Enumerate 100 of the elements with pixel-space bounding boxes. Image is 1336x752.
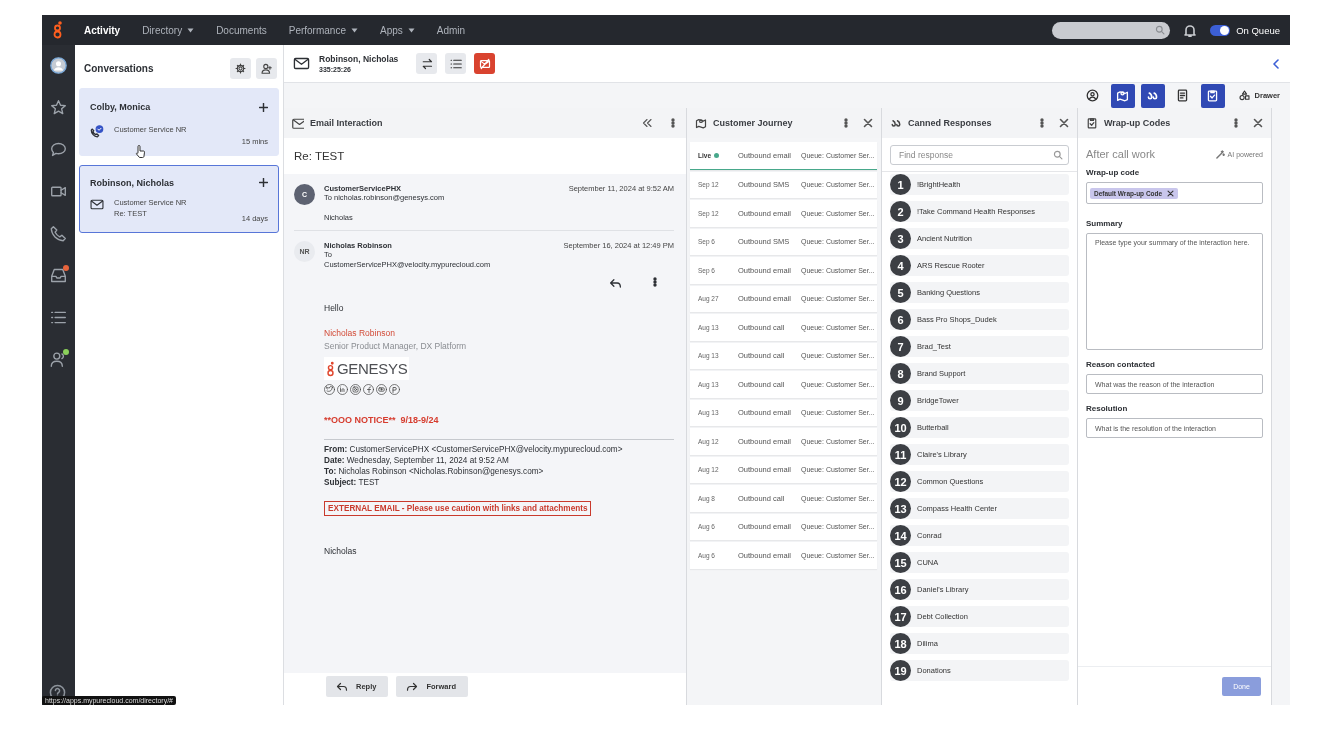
panel-tab[interactable] xyxy=(1140,83,1165,108)
field-label: Summary xyxy=(1086,219,1124,228)
document-icon xyxy=(1176,89,1190,102)
phone-icon[interactable] xyxy=(50,224,67,242)
more-options-icon[interactable] xyxy=(1037,118,1047,128)
social-network-icon[interactable] xyxy=(337,384,348,396)
notification-icon[interactable] xyxy=(1184,23,1197,37)
panel-title: Canned Responses xyxy=(908,118,993,128)
more-options-icon[interactable] xyxy=(668,118,678,128)
section-heading: After call work xyxy=(1086,148,1157,160)
number-badge: 19 xyxy=(890,660,911,681)
caret-icon xyxy=(187,27,195,33)
quoted-header-line: Date: Wednesday, September 11, 2024 at 9:52 AM xyxy=(324,456,510,466)
number-badge: 3 xyxy=(890,228,911,249)
avatar-icon[interactable] xyxy=(50,56,67,74)
quoted-header-line: To: Nicholas Robinson <Nicholas.Robinson@genesys.com> xyxy=(324,467,545,477)
envelope-icon xyxy=(90,198,104,211)
message-text: Nicholas xyxy=(324,546,357,557)
clipboard-check-icon xyxy=(1086,117,1098,129)
number-badge: 16 xyxy=(890,579,911,600)
disconnect-button[interactable] xyxy=(474,53,496,74)
nav-menu-item[interactable]: Activity xyxy=(84,24,121,36)
close-icon xyxy=(1167,189,1175,197)
signature-title: Senior Product Manager, DX Platform xyxy=(324,341,467,352)
quoted-header-line: Subject: TEST xyxy=(324,478,381,488)
quoted-header-line: From: CustomerServicePHX <CustomerServicePHX@velocity.mypurecloud.com> xyxy=(324,445,624,455)
chat-icon[interactable] xyxy=(50,140,67,158)
panel-tab[interactable] xyxy=(1200,83,1225,108)
map-pin-icon xyxy=(1116,89,1130,102)
close-icon[interactable] xyxy=(1059,118,1069,128)
out-of-office-notice: **OOO NOTICE** 9/18-9/24 xyxy=(324,415,439,426)
number-badge: 13 xyxy=(890,498,911,519)
quote-icon xyxy=(1146,89,1160,102)
add-participant-button[interactable] xyxy=(256,57,277,79)
panel-title: Conversations xyxy=(84,62,155,74)
crossed-envelope-icon xyxy=(478,57,491,70)
close-icon[interactable] xyxy=(863,118,873,128)
chevron-left-icon[interactable] xyxy=(1272,58,1280,69)
plus-icon[interactable] xyxy=(259,102,268,112)
nav-menu-item[interactable]: Documents xyxy=(216,24,267,36)
number-badge: 9 xyxy=(890,390,911,411)
quote-icon xyxy=(890,117,902,129)
star-icon[interactable] xyxy=(50,98,67,116)
signature-name: Nicholas Robinson xyxy=(324,328,395,339)
field-label: Wrap-up code xyxy=(1086,168,1141,177)
nav-menu-item[interactable]: Performance xyxy=(288,24,358,36)
reply-icon[interactable] xyxy=(609,277,622,290)
number-badge: 11 xyxy=(890,444,911,465)
nav-menu-item[interactable]: Admin xyxy=(436,24,466,36)
forward-icon xyxy=(406,681,419,692)
plus-icon[interactable] xyxy=(259,178,268,187)
close-icon[interactable] xyxy=(1253,118,1263,128)
number-badge: 17 xyxy=(890,606,911,627)
transfer-button[interactable] xyxy=(416,53,438,74)
list-icon xyxy=(449,57,462,70)
social-p-icon[interactable] xyxy=(389,384,400,396)
search-field[interactable]: Find response xyxy=(890,145,1069,165)
logo-icon xyxy=(326,360,335,377)
number-badge: 14 xyxy=(890,525,911,546)
number-badge: 7 xyxy=(890,336,911,357)
inbox-icon[interactable] xyxy=(50,266,67,284)
field-label: Resolution xyxy=(1086,404,1129,413)
person-add-icon xyxy=(261,62,272,74)
more-options-icon[interactable] xyxy=(1231,118,1241,128)
nav-menu-item[interactable]: Directory xyxy=(142,24,195,36)
hand-cursor-icon xyxy=(135,145,145,158)
external-email-warning: EXTERNAL EMAIL - Please use caution with links and attachments xyxy=(324,501,592,517)
number-badge: 2 xyxy=(890,201,911,222)
logo-icon[interactable] xyxy=(51,21,64,39)
double-chevron-left-icon[interactable] xyxy=(642,118,652,128)
shapes-icon xyxy=(1238,90,1250,101)
number-badge: 18 xyxy=(890,633,911,654)
number-badge: 15 xyxy=(890,552,911,573)
contact-name: Robinson, Nicholas xyxy=(319,54,399,64)
magic-wand-icon xyxy=(1215,149,1225,159)
caret-icon xyxy=(350,27,358,33)
number-badge: 6 xyxy=(890,309,911,330)
more-options-icon[interactable] xyxy=(841,118,851,128)
search-field[interactable] xyxy=(1052,21,1171,39)
contact-name: Robinson, Nicholas xyxy=(90,177,175,188)
search-icon xyxy=(1155,25,1166,35)
number-badge: 5 xyxy=(890,282,911,303)
settings-icon xyxy=(235,62,246,74)
envelope-icon xyxy=(292,117,304,129)
search-icon xyxy=(1053,150,1063,160)
camera-icon[interactable] xyxy=(350,384,361,396)
field-label: Reason contacted xyxy=(1086,360,1156,369)
nav-menu-item[interactable]: Apps xyxy=(379,24,415,36)
settings-button[interactable] xyxy=(230,57,251,79)
list-button[interactable] xyxy=(445,53,467,74)
more-options-icon[interactable] xyxy=(650,277,660,288)
email-subject: Re: TEST xyxy=(284,138,686,174)
people-icon[interactable] xyxy=(50,350,67,368)
play-icon[interactable] xyxy=(376,384,387,396)
phone-check-icon xyxy=(90,124,104,138)
queue-toggle[interactable]: On Queue xyxy=(1210,24,1280,36)
panel-title: Customer Journey xyxy=(713,118,794,128)
message-text: Hello xyxy=(324,303,344,314)
reply-icon xyxy=(336,681,348,692)
panel-tab[interactable] xyxy=(1110,83,1135,108)
